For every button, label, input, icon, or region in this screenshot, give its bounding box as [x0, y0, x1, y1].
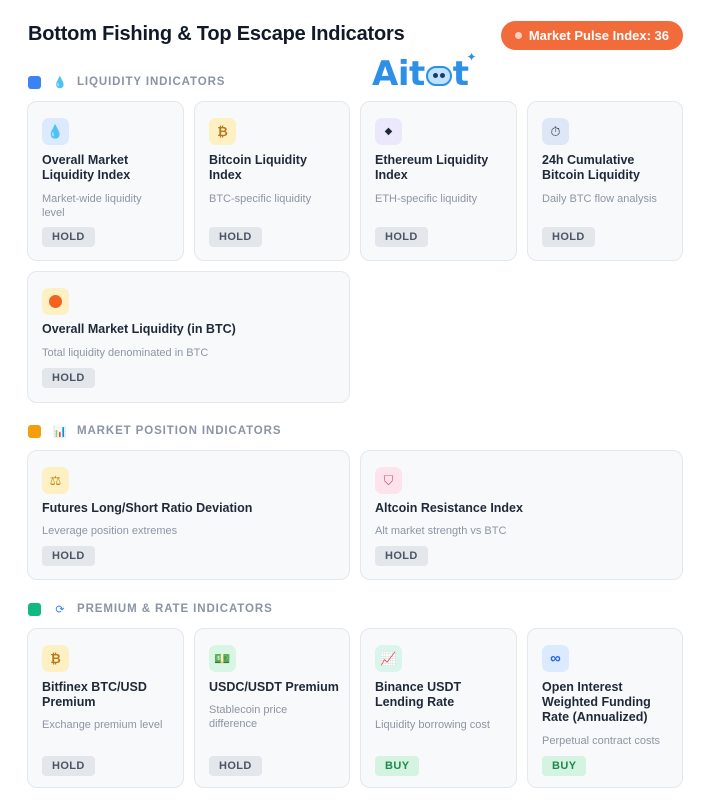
- card-title: Bitfinex BTC/USD Premium: [42, 680, 147, 709]
- card-description: Alt market strength vs BTC: [375, 525, 507, 537]
- section-premium-header: ⟳ PREMIUM & RATE INDICATORS: [28, 601, 273, 617]
- card-description: Daily BTC flow analysis: [542, 193, 657, 205]
- section-label: MARKET POSITION INDICATORS: [77, 425, 282, 437]
- sparkle-icon: ✦: [466, 50, 477, 64]
- card-description: Stablecoin price difference: [209, 704, 288, 730]
- market-pulse-label: Market Pulse Index: 36: [528, 28, 669, 43]
- shield-icon: ⛉: [375, 467, 402, 494]
- indicator-card-market-liquidity-btc[interactable]: Overall Market Liquidity (in BTC) Total …: [27, 271, 350, 403]
- money-icon: 💵: [209, 645, 236, 672]
- card-title: USDC/USDT Premium: [209, 680, 339, 694]
- card-title: Ethereum Liquidity Index: [375, 153, 489, 182]
- section-label: LIQUIDITY INDICATORS: [77, 76, 226, 88]
- bitcoin-icon: ₿: [42, 645, 69, 672]
- indicator-card-24h-bitcoin-liquidity[interactable]: ⏱ 24h Cumulative Bitcoin Liquidity Daily …: [527, 101, 683, 261]
- bitcoin-icon: ₿: [209, 118, 236, 145]
- page-title: Bottom Fishing & Top Escape Indicators: [28, 23, 405, 45]
- signal-badge: HOLD: [42, 546, 95, 566]
- signal-badge: BUY: [542, 756, 587, 776]
- card-title: 24h Cumulative Bitcoin Liquidity: [542, 153, 640, 182]
- card-description: Liquidity borrowing cost: [375, 719, 490, 731]
- card-title: Overall Market Liquidity (in BTC): [42, 322, 236, 336]
- section-liquidity-header: 💧 LIQUIDITY INDICATORS: [28, 74, 225, 90]
- signal-badge: BUY: [375, 756, 420, 776]
- section-color-square: [28, 602, 41, 616]
- ethereum-icon: ◆: [375, 118, 402, 145]
- market-pulse-badge[interactable]: Market Pulse Index: 36: [500, 21, 683, 50]
- indicator-card-overall-market-liquidity[interactable]: 💧 Overall Market Liquidity Index Market-w…: [27, 101, 184, 261]
- signal-badge: HOLD: [42, 227, 95, 247]
- signal-badge: HOLD: [42, 368, 95, 388]
- stopwatch-icon: ⏱: [542, 118, 569, 145]
- indicator-card-open-interest-funding[interactable]: ∞ Open Interest Weighted Funding Rate (Ann…: [527, 628, 683, 788]
- section-color-square: [28, 75, 41, 89]
- balance-scale-icon: ⚖: [42, 467, 69, 494]
- logo-text-left: Ait: [372, 54, 425, 94]
- card-description: ETH-specific liquidity: [375, 193, 478, 205]
- signal-badge: HOLD: [375, 546, 428, 566]
- card-description: Total liquidity denominated in BTC: [42, 347, 209, 359]
- card-title: Altcoin Resistance Index: [375, 501, 523, 515]
- robot-head-icon: [425, 62, 452, 86]
- cycle-icon: ⟳: [55, 603, 65, 616]
- droplet-icon: 💧: [53, 76, 67, 89]
- indicator-card-binance-lending-rate[interactable]: 📈 Binance USDT Lending Rate Liquidity bor…: [360, 628, 517, 788]
- card-description: Leverage position extremes: [42, 525, 178, 537]
- indicator-card-futures-long-short[interactable]: ⚖ Futures Long/Short Ratio Deviation Lev…: [27, 450, 350, 580]
- indicator-card-ethereum-liquidity[interactable]: ◆ Ethereum Liquidity Index ETH-specific l…: [360, 101, 517, 261]
- signal-badge: HOLD: [375, 227, 428, 247]
- indicator-card-usdc-usdt-premium[interactable]: 💵 USDC/USDT Premium Stablecoin price diff…: [194, 628, 350, 788]
- card-description: Exchange premium level: [42, 719, 163, 731]
- aitbot-logo: Ait t ✦: [372, 50, 477, 94]
- indicator-card-bitfinex-premium[interactable]: ₿ Bitfinex BTC/USD Premium Exchange premi…: [27, 628, 184, 788]
- signal-badge: HOLD: [542, 227, 595, 247]
- card-title: Open Interest Weighted Funding Rate (Annua…: [542, 680, 651, 724]
- pulse-dot-icon: [514, 32, 522, 39]
- card-title: Overall Market Liquidity Index: [42, 153, 131, 182]
- droplet-icon: 💧: [42, 118, 69, 145]
- section-position-header: 📊 MARKET POSITION INDICATORS: [28, 423, 281, 439]
- card-title: Futures Long/Short Ratio Deviation: [42, 501, 253, 515]
- card-title: Binance USDT Lending Rate: [375, 680, 462, 709]
- page-header: Bottom Fishing & Top Escape Indicators M…: [28, 20, 683, 52]
- orange-circle-icon: [42, 288, 69, 315]
- infinity-icon: ∞: [542, 645, 569, 672]
- card-description: Market-wide liquidity level: [42, 193, 142, 219]
- section-label: PREMIUM & RATE INDICATORS: [77, 603, 273, 615]
- card-title: Bitcoin Liquidity Index: [209, 153, 307, 182]
- bar-chart-icon: 📊: [53, 425, 67, 438]
- signal-badge: HOLD: [209, 227, 262, 247]
- signal-badge: HOLD: [209, 756, 262, 776]
- signal-badge: HOLD: [42, 756, 95, 776]
- card-description: BTC-specific liquidity: [209, 193, 312, 205]
- indicator-card-altcoin-resistance[interactable]: ⛉ Altcoin Resistance Index Alt market st…: [360, 450, 683, 580]
- card-description: Perpetual contract costs: [542, 735, 661, 747]
- trend-chart-icon: 📈: [375, 645, 402, 672]
- section-color-square: [28, 424, 41, 438]
- indicator-card-bitcoin-liquidity[interactable]: ₿ Bitcoin Liquidity Index BTC-specific li…: [194, 101, 350, 261]
